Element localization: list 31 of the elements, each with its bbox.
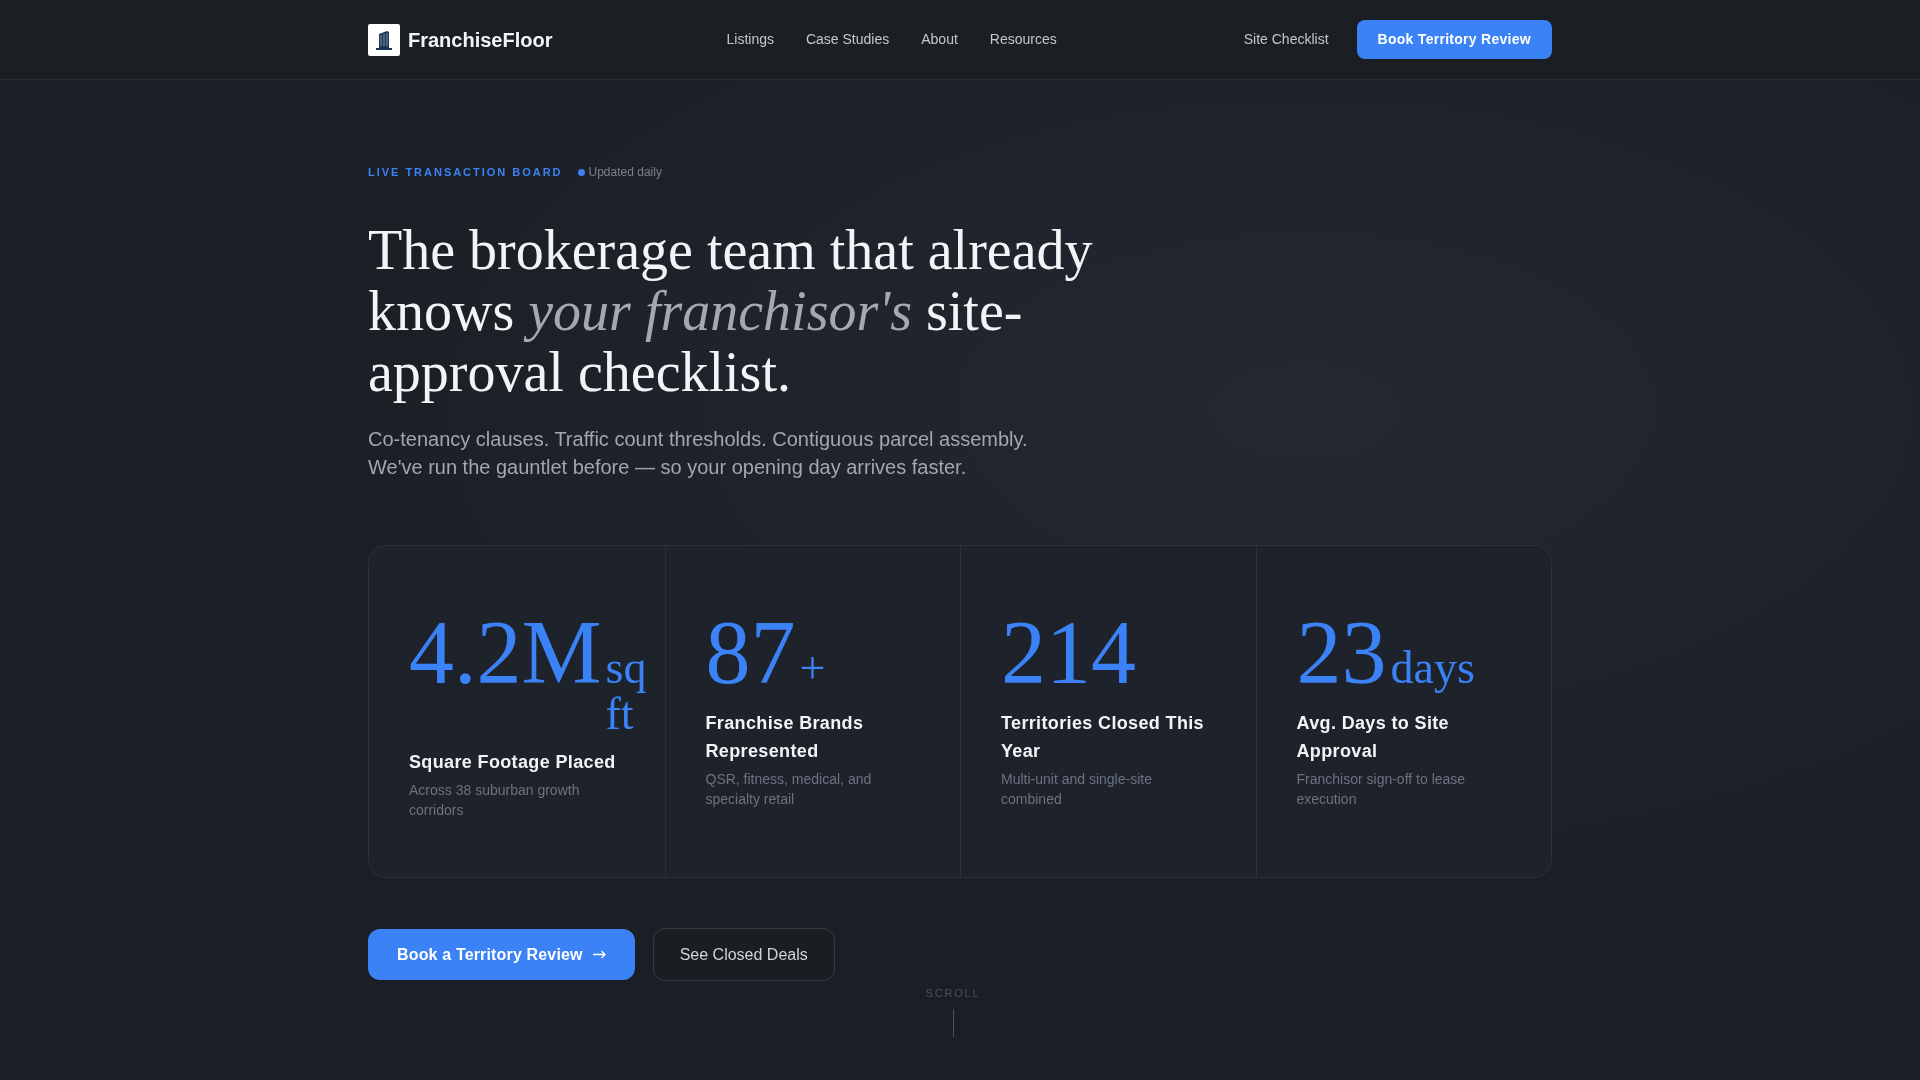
stat-value: 87 — [705, 608, 796, 698]
book-review-button[interactable]: Book Territory Review — [1356, 20, 1552, 59]
nav-link[interactable]: Case Studies — [805, 29, 890, 50]
building-logo-icon — [368, 23, 400, 56]
stat-label: Territories Closed This Year — [1001, 712, 1205, 763]
closed-deals-button[interactable]: See Closed Deals — [652, 928, 835, 981]
stat-label: Square Footage Placed — [409, 751, 617, 774]
stat-description: Franchisor sign-off to lease execution — [1296, 770, 1467, 809]
hero-subheading: Co-tenancy clauses. Traffic count thresholds. Contiguous parcel assembly. We've run the gauntlet before — so your opening day arrives faster. — [368, 427, 1029, 480]
stat-value: 23 — [1296, 608, 1387, 698]
arrow-right-icon — [592, 950, 606, 959]
eyebrow-label: LIVE TRANSACTION BOARD — [368, 164, 563, 180]
stat-unit: + — [799, 645, 826, 691]
scroll-line — [952, 1009, 954, 1037]
stat-description: QSR, fitness, medical, and specialty retail — [705, 770, 873, 809]
nav-link[interactable]: Listings — [726, 29, 774, 50]
hero-headline: The brokerage team that already knows your franchisor's site-approval checklist. — [368, 220, 1094, 403]
site-checklist-link[interactable]: Site Checklist — [1243, 29, 1329, 50]
stat-description: Across 38 suburban growth corridors — [409, 781, 581, 820]
nav-link[interactable]: About — [921, 29, 958, 50]
stat-label: Franchise Brands Represented — [705, 712, 865, 763]
brand-name[interactable]: FranchiseFloor — [408, 24, 553, 55]
stat-value: 4.2M — [409, 608, 602, 698]
nav-link[interactable]: Resources — [989, 29, 1057, 50]
stat-label: Avg. Days to Site Approval — [1296, 712, 1450, 763]
stat-value: 214 — [1001, 608, 1136, 698]
status-text: Updated daily — [588, 164, 662, 181]
book-review-button[interactable]: Book a Territory Review — [368, 929, 635, 980]
stat-unit: sq ft — [605, 645, 647, 737]
stat-unit: days — [1390, 645, 1475, 691]
stat-description: Multi-unit and single-site combined — [1001, 770, 1153, 809]
